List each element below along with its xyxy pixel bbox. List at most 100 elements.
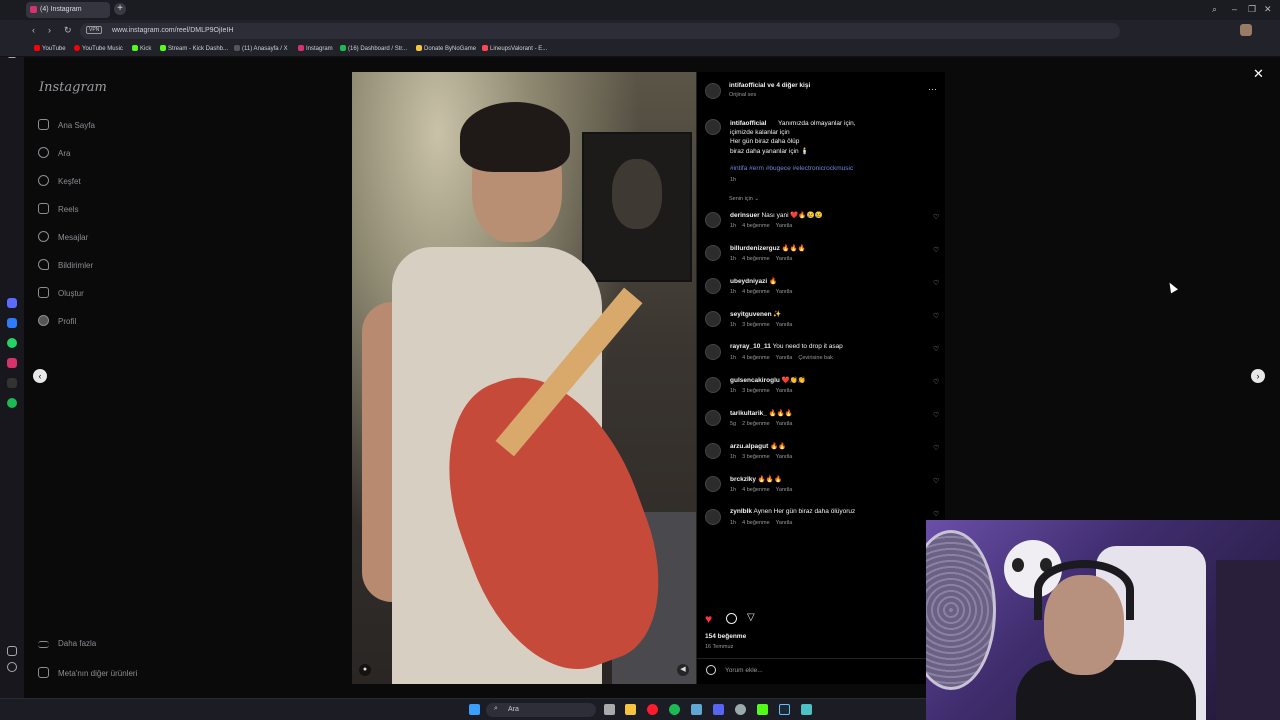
comment-likes[interactable]: 3 beğenme <box>742 322 770 328</box>
nav-profile[interactable]: Profil <box>38 315 76 326</box>
restore-button[interactable]: ❐ <box>1248 4 1256 15</box>
comment-likes[interactable]: 4 beğenme <box>742 520 770 526</box>
avatar[interactable] <box>705 119 721 135</box>
new-tab-button[interactable]: + <box>114 3 126 15</box>
taskbar-search[interactable]: ⌕ Ara <box>486 703 596 717</box>
avatar[interactable] <box>705 377 721 393</box>
reply-button[interactable]: Yanıtla <box>776 454 793 460</box>
nav-reels[interactable]: Reels <box>38 203 78 214</box>
bookmark-donate[interactable]: Donate ByNoGame <box>416 45 476 52</box>
comment-likes[interactable]: 4 beğenme <box>742 256 770 262</box>
messenger-icon[interactable] <box>7 318 17 328</box>
comment-like-icon[interactable]: ♡ <box>933 246 939 254</box>
nav-notifications[interactable]: Bildirimler <box>38 259 93 270</box>
comment-likes[interactable]: 3 beğenme <box>742 454 770 460</box>
reply-button[interactable]: Yanıtla <box>776 421 793 427</box>
comment-user[interactable]: zynlblk <box>730 508 752 515</box>
avatar[interactable] <box>705 311 721 327</box>
instagram-logo[interactable]: Instagram <box>39 80 107 95</box>
comment-input[interactable]: Yorum ekle... <box>725 667 763 674</box>
mute-icon[interactable]: ◀ <box>677 664 689 676</box>
nav-explore[interactable]: Keşfet <box>38 175 81 186</box>
notepad-icon[interactable] <box>801 704 812 715</box>
comment-user[interactable]: derinsuer <box>730 212 760 219</box>
comment-user[interactable]: gulsencakiroglu <box>730 377 780 384</box>
comment-user[interactable]: seyitguvenen <box>730 311 772 318</box>
task-view-icon[interactable] <box>604 704 615 715</box>
bookmark-dashboard[interactable]: (16) Dashboard / Str... <box>340 45 407 52</box>
share-icon[interactable]: ▽ <box>747 612 755 623</box>
nav-home[interactable]: Ana Sayfa <box>38 119 95 130</box>
reply-button[interactable]: Yanıtla <box>776 355 793 361</box>
nav-search[interactable]: Ara <box>38 147 70 158</box>
comment-like-icon[interactable]: ♡ <box>933 411 939 419</box>
comment-likes[interactable]: 4 beğenme <box>742 223 770 229</box>
file-explorer-icon[interactable] <box>625 704 636 715</box>
spotify-icon[interactable] <box>669 704 680 715</box>
close-window-button[interactable]: ✕ <box>1264 4 1272 15</box>
profile-avatar[interactable] <box>1240 24 1252 36</box>
x-icon[interactable] <box>7 378 17 388</box>
previous-reel-button[interactable]: ‹ <box>33 369 47 383</box>
avatar[interactable] <box>705 83 721 99</box>
bookmark-kick-dashboard[interactable]: Stream - Kick Dashb... <box>160 45 228 52</box>
url-field[interactable]: VPN www.instagram.com/reel/DMLP9OjIeIH <box>80 23 1120 39</box>
settings-icon[interactable] <box>735 704 746 715</box>
comment-likes[interactable]: 4 beğenme <box>742 289 770 295</box>
spotify-icon[interactable] <box>7 398 17 408</box>
comment-like-icon[interactable]: ♡ <box>933 378 939 386</box>
comment-user[interactable]: tarikultarik_ <box>730 410 767 417</box>
emoji-icon[interactable] <box>706 665 716 675</box>
comment-user[interactable]: ubeydniyazi <box>730 278 767 285</box>
reply-button[interactable]: Yanıtla <box>776 520 793 526</box>
comment-like-icon[interactable]: ♡ <box>933 312 939 320</box>
discord-icon[interactable] <box>713 704 724 715</box>
comment-icon[interactable] <box>726 613 737 624</box>
comment-like-icon[interactable]: ♡ <box>933 279 939 287</box>
comment-like-icon[interactable]: ♡ <box>933 345 939 353</box>
forward-button[interactable]: › <box>48 25 51 35</box>
steam-icon[interactable] <box>779 704 790 715</box>
reload-button[interactable]: ↻ <box>64 25 72 36</box>
clock-icon[interactable] <box>7 662 17 672</box>
comment-like-icon[interactable]: ♡ <box>933 213 939 221</box>
likes-count[interactable]: 154 beğenme <box>705 633 746 640</box>
bookmark-x[interactable]: (11) Anasayfa / X <box>234 45 288 52</box>
avatar[interactable] <box>705 509 721 525</box>
aria-icon[interactable] <box>7 298 17 308</box>
bookmark-youtube[interactable]: YouTube <box>34 45 66 52</box>
comment-user[interactable]: arzu.alpagut <box>730 443 768 450</box>
nav-more[interactable]: Daha fazla <box>38 639 96 648</box>
comment-like-icon[interactable]: ♡ <box>933 477 939 485</box>
vpn-badge[interactable]: VPN <box>86 26 103 34</box>
nav-create[interactable]: Oluştur <box>38 287 84 298</box>
like-heart-icon[interactable]: ♥ <box>705 612 712 626</box>
comment-likes[interactable]: 4 beğenme <box>742 355 770 361</box>
back-button[interactable]: ‹ <box>32 25 35 35</box>
opera-icon[interactable] <box>647 704 658 715</box>
comment-user[interactable]: billurdenizerguz <box>730 245 780 252</box>
close-icon[interactable]: ✕ <box>1253 66 1264 82</box>
comment-likes[interactable]: 2 beğenme <box>742 421 770 427</box>
reply-button[interactable]: Yanıtla <box>776 223 793 229</box>
hashtags[interactable]: #intifa #erm #bugece #electronicrockmusi… <box>730 165 853 172</box>
avatar[interactable] <box>705 212 721 228</box>
nav-messages[interactable]: Mesajlar <box>38 231 88 242</box>
avatar[interactable] <box>705 410 721 426</box>
avatar[interactable] <box>705 278 721 294</box>
reel-video[interactable]: ● ◀ <box>352 72 696 684</box>
comment-likes[interactable]: 4 beğenme <box>742 487 770 493</box>
nav-meta-products[interactable]: Meta'nın diğer ürünleri <box>38 667 137 678</box>
search-icon[interactable]: ⌕ <box>1212 4 1217 15</box>
minimize-button[interactable]: – <box>1232 4 1237 14</box>
instagram-icon[interactable] <box>7 358 17 368</box>
comment-user[interactable]: brckzlky <box>730 476 756 483</box>
avatar[interactable] <box>705 443 721 459</box>
avatar[interactable] <box>705 344 721 360</box>
reply-button[interactable]: Yanıtla <box>776 487 793 493</box>
avatar[interactable] <box>705 245 721 261</box>
reply-button[interactable]: Yanıtla <box>776 256 793 262</box>
windows-start-icon[interactable] <box>469 704 480 715</box>
reply-button[interactable]: Yanıtla <box>776 289 793 295</box>
reply-button[interactable]: Yanıtla <box>776 388 793 394</box>
